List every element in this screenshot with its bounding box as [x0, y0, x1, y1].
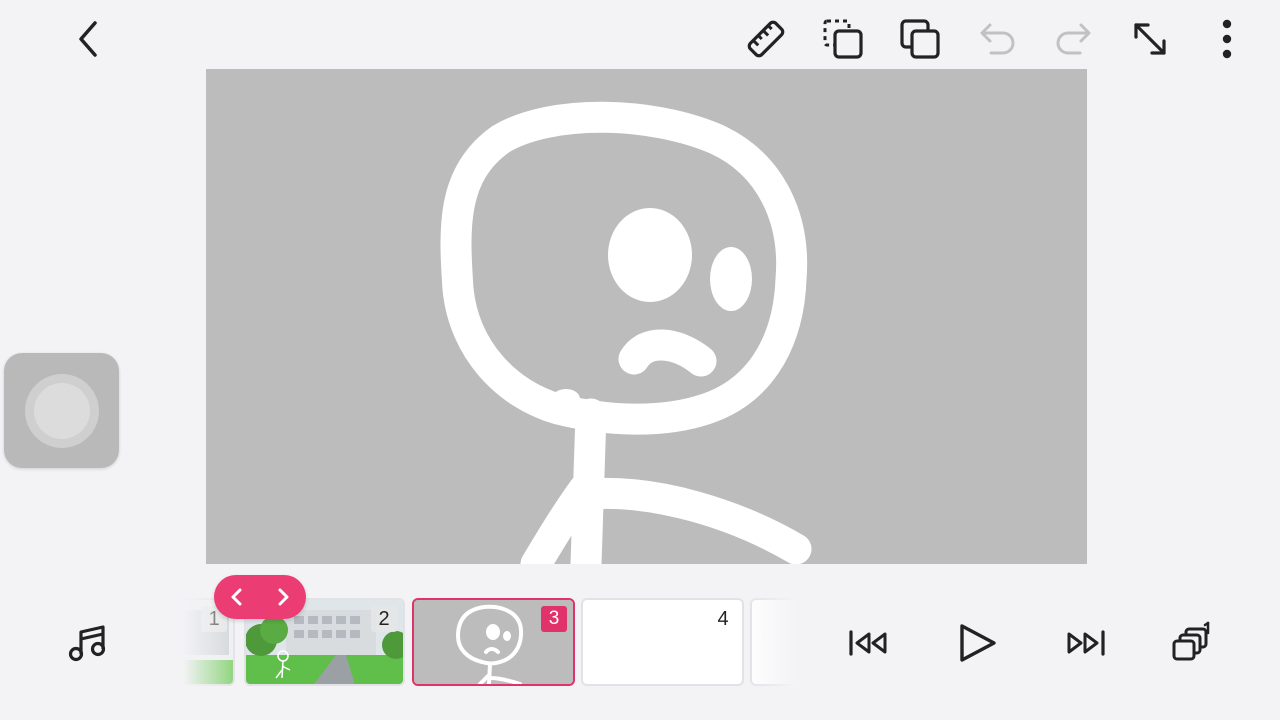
copy-selection-button[interactable] — [819, 15, 867, 63]
copy-selection-icon — [823, 19, 863, 59]
frame-number-selected: 3 — [541, 606, 567, 632]
redo-icon — [1056, 23, 1091, 55]
duplicate-button[interactable] — [896, 15, 944, 63]
play-button[interactable] — [953, 619, 1001, 667]
next-frame-button[interactable] — [265, 579, 301, 615]
add-frame-placeholder[interactable] — [750, 598, 795, 686]
skip-to-end-button[interactable] — [1061, 619, 1109, 667]
previous-frame-button[interactable] — [219, 579, 255, 615]
chevron-right-icon — [278, 588, 289, 606]
undo-button[interactable] — [973, 15, 1021, 63]
chevron-left-icon — [231, 588, 242, 606]
frame-thumbnail-3[interactable]: 3 — [412, 598, 575, 686]
frame-number: 2 — [371, 606, 397, 632]
drawing-canvas[interactable] — [206, 69, 1087, 564]
more-options-button[interactable] — [1203, 15, 1251, 63]
frame-number: 4 — [717, 608, 729, 630]
assist-ring — [24, 373, 99, 448]
skip-to-end-icon — [1067, 630, 1105, 656]
fullscreen-button[interactable] — [1126, 15, 1174, 63]
back-icon — [79, 21, 97, 57]
music-button[interactable] — [64, 619, 112, 667]
assist-core — [33, 382, 90, 439]
back-button[interactable] — [64, 15, 112, 63]
more-options-icon — [1222, 19, 1232, 59]
frame-nav-pill[interactable] — [214, 575, 306, 619]
floating-assist-button[interactable] — [4, 353, 119, 468]
skip-to-start-icon — [849, 630, 887, 656]
undo-icon — [980, 23, 1015, 55]
duplicate-icon — [900, 19, 940, 59]
music-icon — [68, 625, 106, 662]
play-icon — [960, 624, 996, 662]
skip-to-start-button[interactable] — [845, 619, 893, 667]
fullscreen-icon — [1134, 23, 1166, 55]
stick-figure-drawing — [440, 101, 812, 564]
ruler-button[interactable] — [742, 15, 790, 63]
ruler-icon — [747, 20, 785, 58]
frame-thumbnail-4[interactable]: 4 — [581, 598, 744, 686]
redo-button[interactable] — [1050, 15, 1098, 63]
layers-button[interactable] — [1168, 619, 1216, 667]
layers-icon — [1172, 621, 1210, 661]
